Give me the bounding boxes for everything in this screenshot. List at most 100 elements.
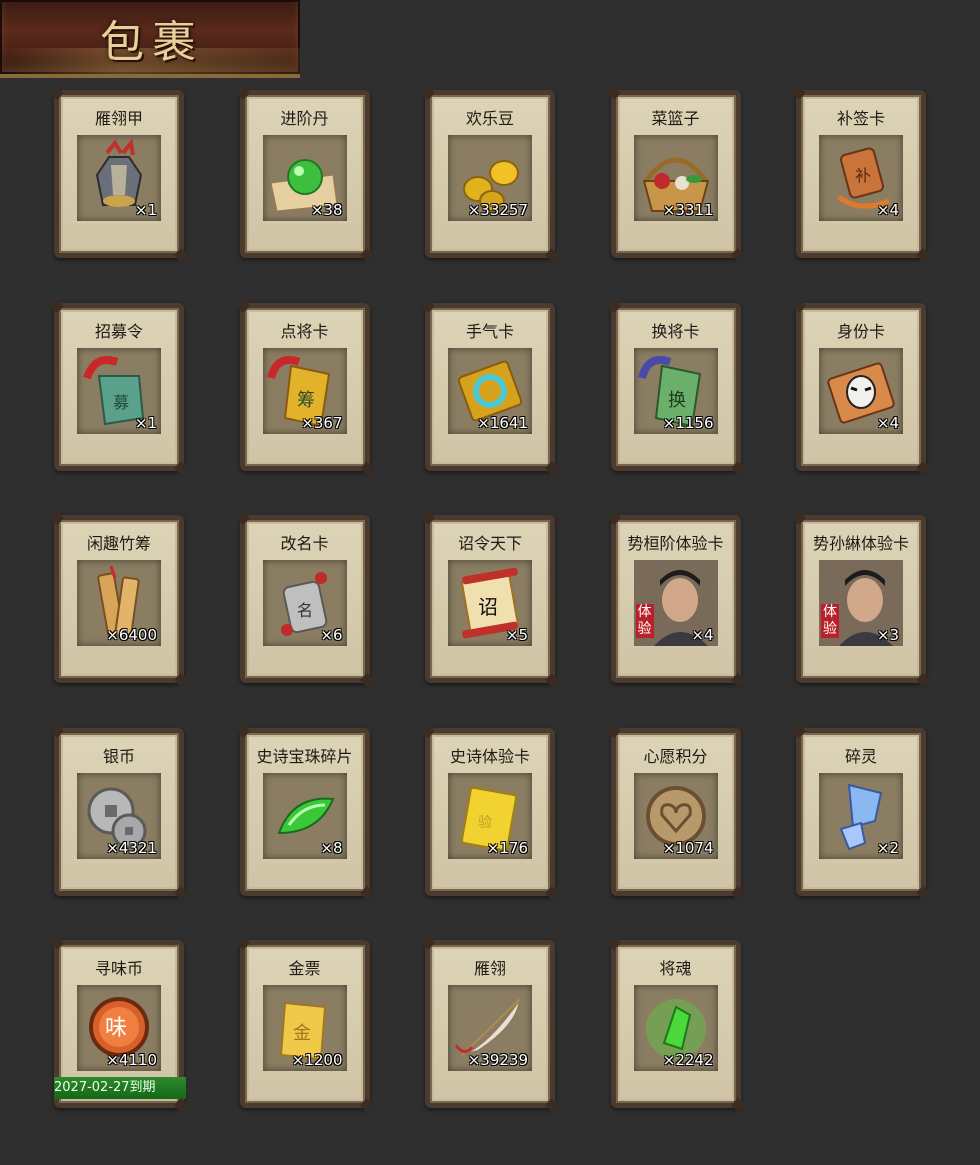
inventory-item[interactable]: 身份卡 ×4	[796, 302, 926, 471]
general-select-card-icon: 筹 ×367	[262, 347, 347, 434]
inventory-item[interactable]: 心愿积分 ×1074	[610, 727, 741, 896]
item-count: ×3	[876, 626, 899, 644]
identity-mask-icon: ×4	[819, 347, 903, 434]
item-name: 身份卡	[836, 321, 885, 341]
item-name: 史诗体验卡	[449, 746, 530, 766]
inventory-item[interactable]: 招募令募 ×1	[54, 302, 184, 471]
item-name: 点将卡	[280, 321, 329, 341]
svg-text:筹: 筹	[297, 390, 315, 411]
item-name: 改名卡	[280, 534, 329, 553]
bamboo-tally-icon: ×6400	[77, 560, 161, 646]
inventory-item[interactable]: 换将卡换 ×1156	[610, 302, 741, 471]
inventory-item[interactable]: 势桓阶体验卡体验 ×4	[610, 515, 741, 683]
recruit-token-icon: 募 ×1	[77, 347, 161, 434]
inventory-item[interactable]: 闲趣竹筹 ×6400	[54, 515, 184, 683]
item-count: ×38	[310, 201, 343, 219]
item-count: ×1	[134, 201, 157, 219]
svg-text:验: 验	[478, 815, 492, 831]
gold-card-icon: 验 ×176	[448, 772, 532, 859]
item-name: 将魂	[659, 959, 692, 978]
inventory-title-banner: 包裹	[0, 0, 300, 78]
inventory-item[interactable]: 银币 ×4321	[54, 727, 184, 896]
general-portrait-icon: 体验 ×3	[819, 560, 903, 646]
item-name: 势桓阶体验卡	[627, 534, 724, 553]
item-name: 银币	[102, 746, 135, 766]
heart-coin-icon: ×1074	[633, 772, 718, 859]
inventory-item[interactable]: 欢乐豆 ×33257	[425, 90, 555, 258]
silver-coin-icon: ×4321	[77, 772, 161, 859]
gold-beans-icon: ×33257	[448, 135, 532, 221]
inventory-item[interactable]: 碎灵 ×2	[796, 727, 926, 896]
item-name: 闲趣竹筹	[86, 534, 151, 553]
item-count: ×4110	[106, 1051, 157, 1069]
trial-badge: 体验	[821, 604, 839, 638]
inventory-item[interactable]: 雁翎 ×39239	[425, 940, 555, 1108]
item-name: 史诗宝珠碎片	[256, 746, 353, 766]
blue-crystal-icon: ×2	[819, 772, 903, 859]
taste-coin-icon: 味 ×4110	[77, 985, 161, 1071]
item-name: 寻味币	[94, 959, 143, 978]
item-count: ×4	[691, 626, 714, 644]
inventory-item[interactable]: 点将卡筹 ×367	[239, 302, 370, 471]
svg-text:诏: 诏	[478, 595, 498, 619]
inventory-item[interactable]: 史诗体验卡验 ×176	[425, 727, 555, 896]
item-count: ×2	[876, 838, 899, 857]
page-title: 包裹	[100, 17, 204, 68]
inventory-item[interactable]: 雁翎甲 ×1	[54, 90, 184, 258]
item-name: 招募令	[94, 321, 143, 341]
svg-text:味: 味	[105, 1016, 127, 1041]
item-name: 换将卡	[651, 321, 700, 341]
inventory-item[interactable]: 史诗宝珠碎片 ×8	[239, 727, 370, 896]
item-count: ×2242	[662, 1051, 714, 1069]
inventory-item[interactable]: 金票金 ×1200	[239, 940, 370, 1108]
luck-card-icon: ×1641	[448, 347, 532, 434]
item-count: ×6400	[106, 626, 157, 644]
item-count: ×1074	[662, 838, 714, 857]
item-name: 雁翎甲	[94, 109, 143, 128]
item-name: 金票	[288, 959, 321, 978]
item-count: ×6	[320, 626, 343, 644]
inventory-item[interactable]: 诏令天下诏 ×5	[425, 515, 555, 683]
inventory-item[interactable]: 寻味币味 ×4110 2027-02-27到期	[54, 940, 186, 1108]
item-count: ×3311	[662, 201, 714, 219]
item-name: 欢乐豆	[465, 109, 514, 128]
svg-text:名: 名	[297, 601, 313, 620]
jade-pill-icon: ×38	[262, 135, 347, 221]
item-count: ×4321	[106, 838, 157, 857]
resign-card-icon: 补 ×4	[819, 135, 903, 221]
item-name: 心愿积分	[643, 746, 708, 766]
item-name: 雁翎	[473, 959, 506, 978]
item-count: ×1156	[662, 413, 714, 432]
item-count: ×39239	[467, 1051, 528, 1069]
svg-text:换: 换	[668, 390, 686, 411]
gold-ticket-icon: 金 ×1200	[262, 985, 347, 1071]
inventory-item[interactable]: 将魂 ×2242	[610, 940, 741, 1108]
inventory-item[interactable]: 菜篮子 ×3311	[610, 90, 741, 258]
green-soul-icon: ×2242	[633, 985, 718, 1071]
inventory-item[interactable]: 势孙綝体验卡 体验 ×3	[796, 515, 926, 683]
item-count: ×33257	[467, 201, 528, 219]
inventory-item[interactable]: 补签卡补 ×4	[796, 90, 926, 258]
item-count: ×1	[134, 413, 157, 432]
trial-badge: 体验	[635, 604, 654, 638]
inventory-item[interactable]: 改名卡名 ×6	[239, 515, 370, 683]
item-name: 手气卡	[465, 321, 514, 341]
basket-icon: ×3311	[633, 135, 718, 221]
inventory-item[interactable]: 手气卡 ×1641	[425, 302, 555, 471]
item-count: ×176	[486, 838, 528, 857]
item-count: ×4	[876, 413, 899, 432]
item-name: 碎灵	[844, 746, 877, 766]
item-count: ×5	[505, 626, 528, 644]
expiry-label: 2027-02-27到期	[54, 1077, 186, 1099]
item-count: ×4	[876, 201, 899, 219]
svg-text:补: 补	[855, 166, 871, 185]
item-name: 进阶丹	[280, 109, 329, 128]
item-name: 补签卡	[836, 109, 885, 128]
swap-general-card-icon: 换 ×1156	[633, 347, 718, 434]
svg-text:募: 募	[113, 393, 129, 412]
inventory-item[interactable]: 进阶丹 ×38	[239, 90, 370, 258]
svg-text:金: 金	[293, 1023, 311, 1044]
green-shard-icon: ×8	[262, 772, 347, 859]
item-count: ×1200	[291, 1051, 343, 1069]
item-name: 诏令天下	[457, 534, 522, 553]
